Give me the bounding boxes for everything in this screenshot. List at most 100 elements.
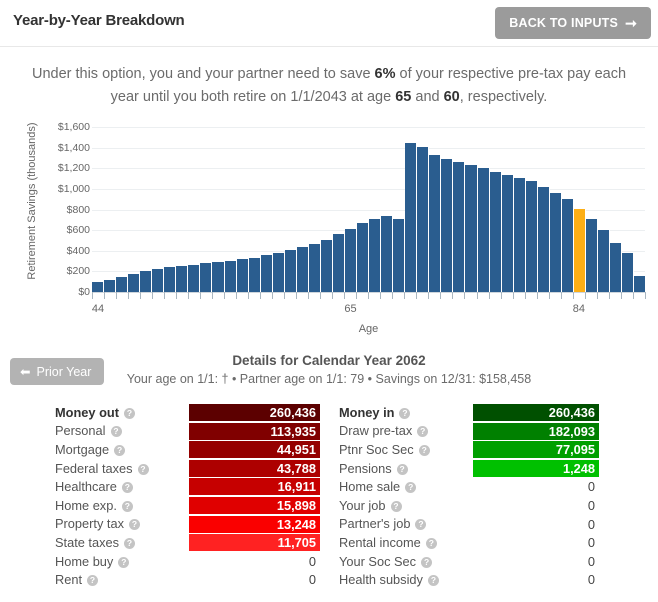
chart-bar[interactable] [453,162,466,292]
chart-bar[interactable] [236,259,249,292]
details-bar: ⬅ Prior Year Details for Calendar Year 2… [0,351,658,403]
prior-year-button[interactable]: ⬅ Prior Year [10,358,105,385]
help-icon[interactable]: ? [121,500,133,512]
chart-bar[interactable] [489,172,502,292]
help-icon[interactable]: ? [137,463,149,475]
chart-bar[interactable] [284,250,297,292]
help-icon[interactable]: ? [421,556,433,568]
help-icon[interactable]: ? [405,482,417,494]
chart-bar[interactable] [164,267,177,292]
chart-bar[interactable] [477,168,490,292]
chart-bar[interactable] [188,265,201,292]
chart-bar[interactable] [212,261,225,292]
row-label: Mortgage? [55,442,126,457]
help-icon[interactable]: ? [87,575,99,587]
chart-bar[interactable] [525,181,538,292]
chart-bar[interactable] [465,165,478,292]
chart-y-tick-label: $600 [66,224,90,237]
chart-bar[interactable] [92,282,105,292]
chart-x-tick [188,292,200,299]
chart-bar[interactable] [597,230,611,292]
chart-bar[interactable] [260,255,273,292]
table-row: Your job? 0 [339,496,605,515]
row-label-text: Home sale [339,479,401,495]
chart-x-tick [620,292,633,299]
chart-bar[interactable] [104,279,117,292]
chart-y-tick-label: $1,400 [57,141,90,154]
chart-bar[interactable] [381,215,394,292]
chart-x-tick-label: 65 [344,303,357,315]
help-icon[interactable]: ? [390,500,402,512]
chart-bar[interactable] [200,263,213,292]
chart-bar[interactable] [573,208,586,292]
arrow-left-icon: ⬅ [20,365,31,379]
chart-bar[interactable] [140,271,153,292]
row-value: 1,248 [473,459,599,477]
help-icon[interactable]: ? [118,556,130,568]
chart-bar[interactable] [116,277,129,292]
help-icon[interactable]: ? [121,482,133,494]
chart-x-tick [224,292,236,299]
chart-bar[interactable] [549,192,562,292]
chart-bar[interactable] [320,240,333,292]
chart-y-axis-labels: $0 $200 $400 $600 $800 $1,000 $1,200 $1,400 $1,6… [36,117,90,298]
chart-bar[interactable] [224,260,237,292]
chart-bar[interactable] [176,266,189,292]
help-icon[interactable]: ? [417,426,429,438]
chart-bar[interactable] [393,218,406,292]
help-icon[interactable]: ? [124,537,136,549]
row-label-text: Money in [339,404,395,420]
row-value: 43,788 [189,459,320,477]
chart-bar[interactable] [429,155,442,292]
row-label: Money out? [55,405,135,420]
help-icon[interactable]: ? [399,407,411,419]
help-icon[interactable]: ? [427,575,439,587]
chart-bar[interactable] [513,178,526,292]
back-to-inputs-button[interactable]: BACK TO INPUTS ➞ [495,7,651,39]
help-icon[interactable]: ? [129,519,140,531]
chart-bar[interactable] [152,268,165,292]
chart-bar[interactable] [272,252,285,292]
row-label-text: Pensions [339,460,392,476]
chart-bar[interactable] [441,159,454,292]
help-icon[interactable]: ? [123,407,135,419]
help-icon[interactable]: ? [418,444,430,456]
chart-x-tick [368,292,380,299]
chart-bar[interactable] [405,142,418,292]
help-icon[interactable]: ? [425,537,437,549]
chart-bar[interactable] [296,246,309,292]
chart-bar[interactable] [585,219,598,292]
row-value: 0 [587,553,595,569]
help-icon[interactable]: ? [110,426,122,438]
chart-bar[interactable] [610,242,623,292]
chart-bar[interactable] [634,275,646,292]
table-row: Healthcare? 16,911 [55,477,320,496]
table-row: Home buy? 0 [55,552,320,571]
table-row: Your Soc Sec? 0 [339,552,605,571]
row-label-text: Home exp. [55,497,117,513]
help-icon[interactable]: ? [114,444,126,456]
chart-x-tick [440,292,452,299]
chart-x-tick [116,292,128,299]
chart-bar[interactable] [357,223,370,292]
chart-bar[interactable] [344,229,358,292]
chart-bar[interactable] [308,243,321,292]
chart-bar[interactable] [561,199,574,292]
chart-bar[interactable] [622,252,635,292]
help-icon[interactable]: ? [415,519,427,531]
help-icon[interactable]: ? [396,463,408,475]
retirement-savings-chart: Retirement Savings (thousands) $0 $200 $40… [0,117,658,347]
chart-bar[interactable] [332,234,345,292]
chart-bar[interactable] [128,274,141,292]
table-row: Rent? 0 [55,570,320,589]
chart-y-tick-label: $1,000 [57,183,90,196]
chart-bar[interactable] [248,257,261,292]
chart-bar[interactable] [537,187,550,292]
table-row: Rental income? 0 [339,533,605,552]
chart-bar[interactable] [417,147,430,292]
chart-bar[interactable] [501,175,514,292]
chart-y-tick-label: $1,200 [57,162,90,175]
chart-bar[interactable] [369,218,382,292]
chart-x-tick [260,292,272,299]
chart-x-tick [200,292,212,299]
